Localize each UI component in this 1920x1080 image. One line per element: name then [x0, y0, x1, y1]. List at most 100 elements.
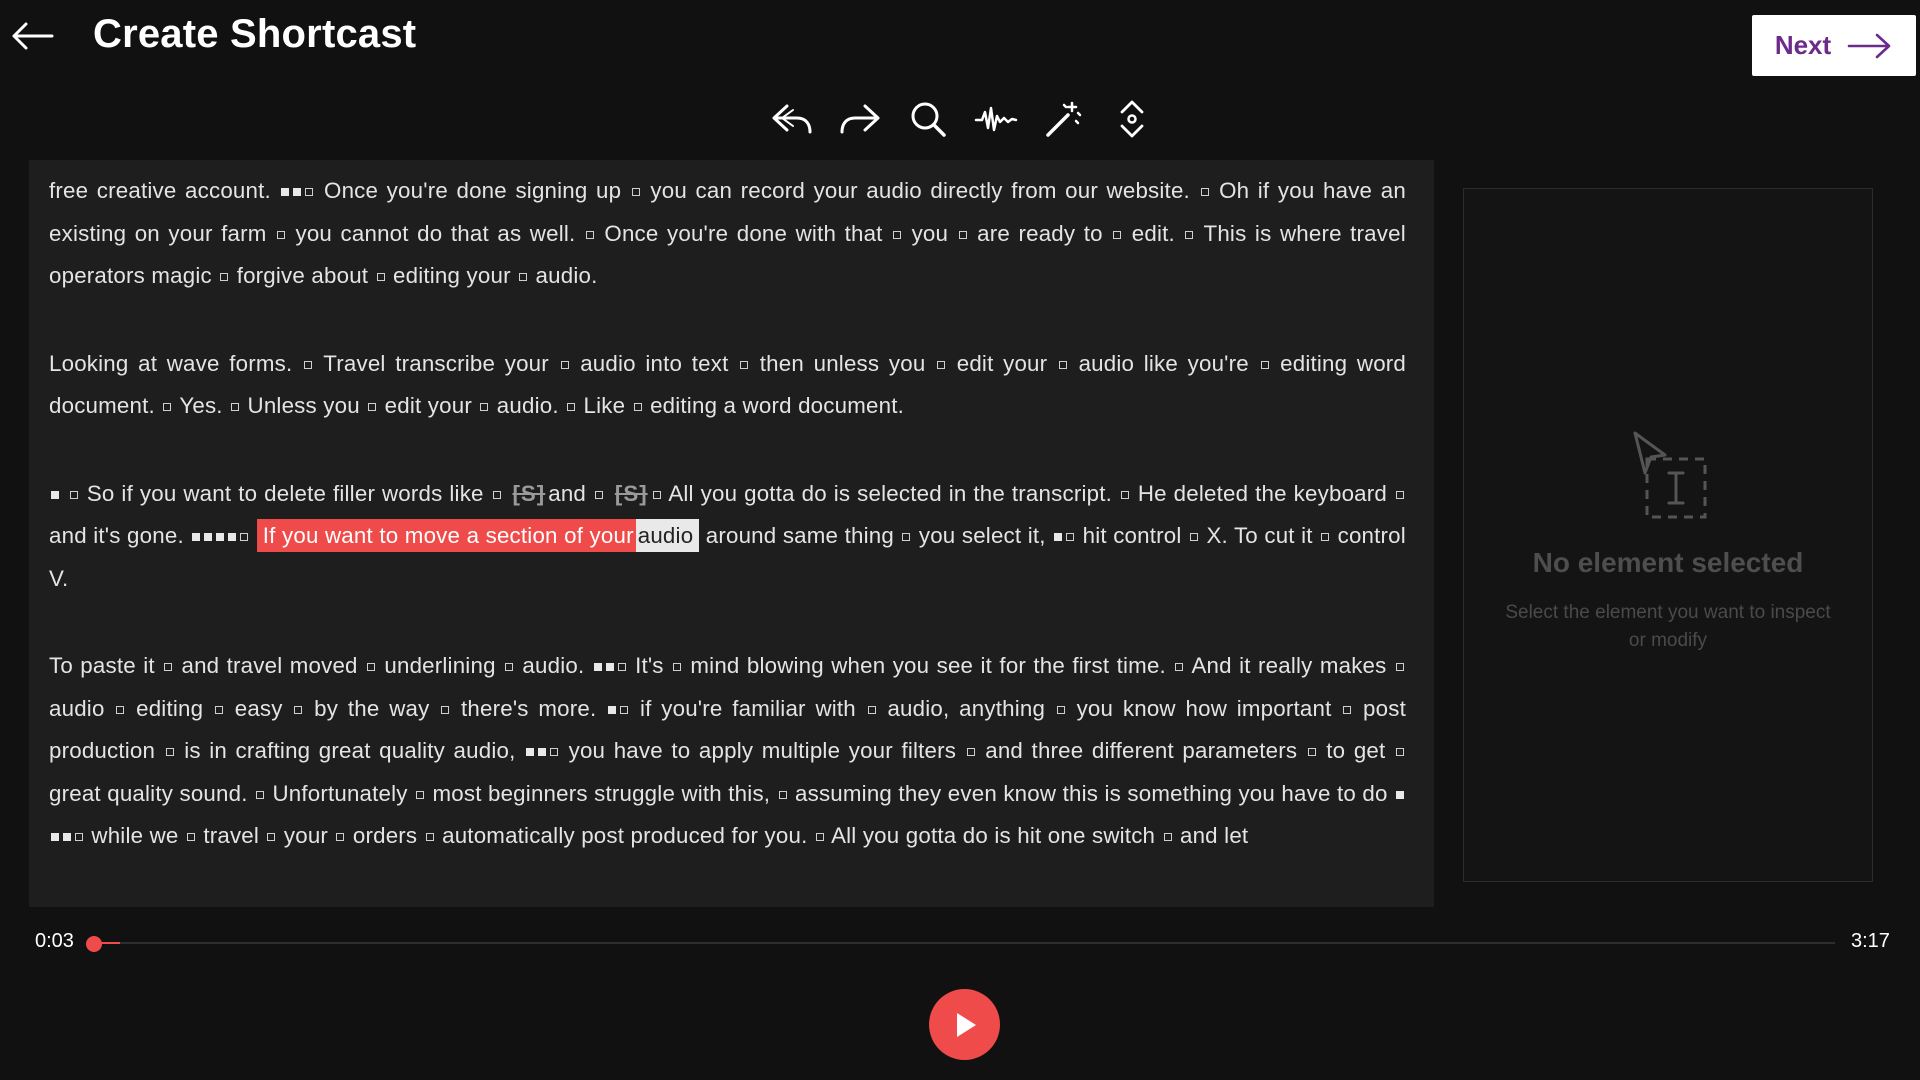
pause-marker[interactable]	[480, 403, 489, 412]
transcript-segment[interactable]: if you're familiar with	[640, 696, 856, 721]
transcript-segment[interactable]: All you gotta do is selected in the tran…	[668, 481, 1112, 506]
transcript-segment[interactable]: audio into text	[580, 351, 728, 376]
transcript-segment[interactable]: audio	[49, 696, 105, 721]
pause-marker[interactable]	[336, 833, 345, 842]
transcript-segment[interactable]: you	[912, 221, 949, 246]
pause-marker[interactable]	[69, 490, 78, 499]
pause-marker[interactable]	[1120, 490, 1129, 499]
transcript-segment[interactable]: Looking at wave forms.	[49, 351, 292, 376]
transcript-segment[interactable]: Unfortunately	[272, 781, 407, 806]
transcript-segment[interactable]: All you gotta do is hit one switch	[831, 823, 1155, 848]
scrubber-track[interactable]	[92, 942, 1835, 944]
pause-marker[interactable]	[902, 533, 911, 542]
pause-marker[interactable]	[1395, 790, 1404, 799]
pause-marker[interactable]	[240, 533, 249, 542]
pause-marker[interactable]	[220, 273, 229, 282]
transcript-segment[interactable]: Like	[584, 393, 626, 418]
transcript-segment[interactable]: great quality sound.	[49, 781, 248, 806]
pause-marker[interactable]	[1175, 663, 1184, 672]
transcript-segment[interactable]: underlining	[384, 653, 495, 678]
pause-marker[interactable]	[594, 490, 603, 499]
pause-marker[interactable]	[560, 360, 569, 369]
pause-marker[interactable]	[186, 833, 195, 842]
pause-marker[interactable]	[505, 663, 514, 672]
pause-marker[interactable]	[1200, 188, 1209, 197]
transcript-segment[interactable]: most beginners struggle with this,	[432, 781, 770, 806]
pause-marker[interactable]	[1185, 230, 1194, 239]
pause-marker[interactable]	[214, 705, 223, 714]
pause-marker[interactable]	[740, 360, 749, 369]
transcript-segment[interactable]: editing your	[393, 263, 511, 288]
transcript-segment[interactable]: you can record your audio directly from …	[650, 178, 1190, 203]
pause-marker[interactable]	[673, 663, 682, 672]
transcript-segment[interactable]: to get	[1326, 738, 1385, 763]
transcript-segment[interactable]: He deleted the keyboard	[1138, 481, 1387, 506]
pause-marker[interactable]	[204, 533, 213, 542]
transcript-segment[interactable]: X. To cut it	[1206, 523, 1312, 548]
transcript-segment[interactable]: around same thing	[706, 523, 894, 548]
transcript-segment[interactable]: audio.	[522, 653, 584, 678]
transcript-segment[interactable]: audio, anything	[887, 696, 1045, 721]
pause-marker[interactable]	[63, 833, 71, 842]
filler-word-deleted[interactable]: [S]	[510, 481, 549, 506]
transcript-segment[interactable]: and it's gone.	[49, 523, 184, 548]
pause-marker[interactable]	[281, 188, 290, 197]
magic-wand-button[interactable]	[1042, 96, 1086, 142]
transcript-segment[interactable]: free creative account.	[49, 178, 271, 203]
pause-marker[interactable]	[1056, 705, 1065, 714]
transcript-segment[interactable]: Unless you	[248, 393, 360, 418]
pause-marker[interactable]	[937, 360, 946, 369]
pause-marker[interactable]	[633, 403, 642, 412]
pause-marker[interactable]	[605, 663, 614, 672]
transcript-segment[interactable]: editing	[136, 696, 203, 721]
waveform-button[interactable]	[974, 96, 1018, 142]
next-button[interactable]: Next	[1752, 15, 1916, 76]
expand-collapse-button[interactable]	[1110, 96, 1154, 142]
pause-marker[interactable]	[163, 403, 172, 412]
transcript-segment[interactable]: then unless you	[760, 351, 926, 376]
transcript-segment[interactable]: Yes.	[179, 393, 222, 418]
transcript-segment[interactable]: is in crafting great quality audio,	[184, 738, 515, 763]
transcript-segment[interactable]: your	[284, 823, 328, 848]
pause-marker[interactable]	[585, 230, 594, 239]
transcript-segment[interactable]: edit your	[957, 351, 1048, 376]
pause-marker[interactable]	[893, 230, 902, 239]
search-button[interactable]	[906, 96, 950, 142]
transcript-segment[interactable]: easy	[235, 696, 283, 721]
pause-marker[interactable]	[293, 188, 302, 197]
pause-marker[interactable]	[276, 230, 285, 239]
redo-button[interactable]	[838, 96, 882, 142]
pause-marker[interactable]	[538, 748, 547, 757]
pause-marker[interactable]	[441, 705, 450, 714]
pause-marker[interactable]	[1260, 360, 1269, 369]
pause-marker[interactable]	[304, 360, 313, 369]
pause-marker[interactable]	[256, 790, 265, 799]
transcript-segment[interactable]: audio.	[536, 263, 598, 288]
transcript-segment[interactable]: Travel transcribe your	[323, 351, 549, 376]
transcript-segment[interactable]: hit control	[1083, 523, 1182, 548]
transcript-segment[interactable]: edit.	[1132, 221, 1175, 246]
transcript-segment[interactable]: Once you're done with that	[604, 221, 882, 246]
transcript-segment[interactable]: assuming they even know this is somethin…	[795, 781, 1388, 806]
transcript-segment[interactable]: orders	[353, 823, 417, 848]
pause-marker[interactable]	[593, 663, 602, 672]
pause-marker[interactable]	[116, 705, 125, 714]
transcript-segment[interactable]: audio.	[497, 393, 559, 418]
transcript-segment[interactable]: by the way	[314, 696, 429, 721]
transcript-segment[interactable]: and	[548, 481, 586, 506]
pause-marker[interactable]	[367, 663, 376, 672]
pause-marker[interactable]	[867, 705, 876, 714]
scrubber-handle[interactable]	[86, 936, 102, 952]
transcript-segment[interactable]: travel	[203, 823, 259, 848]
pause-marker[interactable]	[231, 403, 240, 412]
pause-marker[interactable]	[1395, 490, 1404, 499]
pause-marker[interactable]	[617, 663, 626, 672]
pause-marker[interactable]	[1054, 533, 1063, 542]
pause-marker[interactable]	[75, 833, 83, 842]
pause-marker[interactable]	[416, 790, 425, 799]
transcript-segment[interactable]: and three different parameters	[985, 738, 1297, 763]
back-button[interactable]	[10, 14, 54, 58]
pause-marker[interactable]	[1189, 533, 1198, 542]
transcript-segment[interactable]: are ready to	[977, 221, 1103, 246]
pause-marker[interactable]	[1321, 533, 1330, 542]
